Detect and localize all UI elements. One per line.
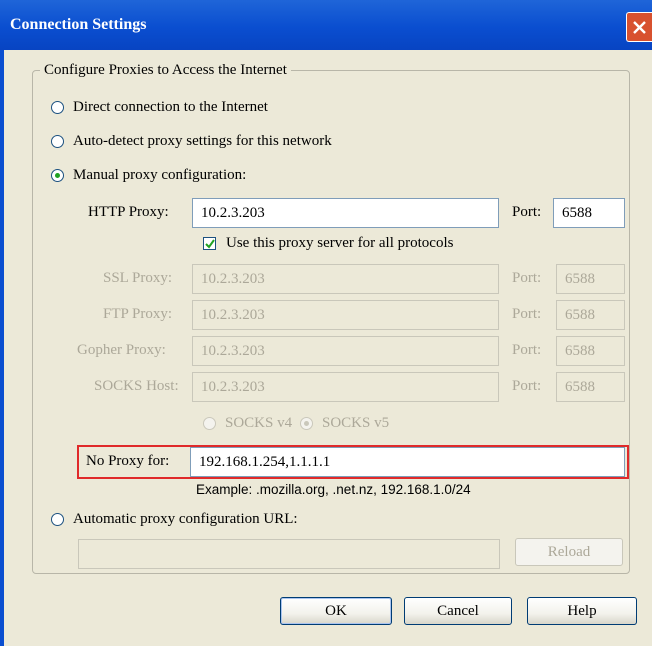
ftp-port-label: Port:	[512, 306, 542, 322]
radio-autodetect-label: Auto-detect proxy settings for this netw…	[73, 133, 332, 149]
gopher-proxy-label: Gopher Proxy:	[77, 342, 166, 358]
help-button[interactable]: Help	[527, 597, 637, 625]
no-proxy-input[interactable]: 192.168.1.254,1.1.1.1	[190, 447, 625, 477]
radio-auto-url-label: Automatic proxy configuration URL:	[73, 511, 298, 527]
ftp-proxy-input[interactable]: 10.2.3.203	[192, 300, 499, 330]
no-proxy-label: No Proxy for:	[86, 453, 170, 469]
radio-manual-label: Manual proxy configuration:	[73, 167, 247, 183]
radio-autodetect-indicator[interactable]	[51, 135, 64, 148]
socks-port-label: Port:	[512, 378, 542, 394]
auto-proxy-url-input[interactable]	[78, 539, 500, 569]
http-proxy-input[interactable]: 10.2.3.203	[192, 198, 499, 228]
radio-socks-v4-indicator[interactable]	[203, 417, 216, 430]
radio-auto-proxy-url[interactable]: Automatic proxy configuration URL:	[51, 511, 298, 528]
window-title: Connection Settings	[10, 16, 147, 33]
radio-direct-label: Direct connection to the Internet	[73, 99, 268, 115]
http-port-label: Port:	[512, 204, 542, 220]
socks-v4-label: SOCKS v4	[225, 415, 293, 431]
ssl-proxy-label: SSL Proxy:	[103, 270, 173, 286]
radio-socks-v5[interactable]: SOCKS v5	[300, 415, 389, 432]
gopher-proxy-input[interactable]: 10.2.3.203	[192, 336, 499, 366]
ftp-port-input[interactable]: 6588	[556, 300, 625, 330]
socks-port-input[interactable]: 6588	[556, 372, 625, 402]
radio-direct-connection[interactable]: Direct connection to the Internet	[51, 99, 268, 116]
radio-direct-indicator[interactable]	[51, 101, 64, 114]
radio-manual-indicator[interactable]	[51, 169, 64, 182]
socks-host-label: SOCKS Host:	[94, 378, 179, 394]
radio-auto-detect[interactable]: Auto-detect proxy settings for this netw…	[51, 133, 332, 150]
ok-button[interactable]: OK	[280, 597, 392, 625]
http-port-input[interactable]: 6588	[553, 198, 625, 228]
groupbox-legend: Configure Proxies to Access the Internet	[40, 62, 291, 79]
radio-auto-url-indicator[interactable]	[51, 513, 64, 526]
close-button[interactable]	[626, 12, 652, 42]
socks-host-input[interactable]: 10.2.3.203	[192, 372, 499, 402]
use-all-protocols-checkbox[interactable]	[203, 237, 216, 250]
radio-manual-proxy[interactable]: Manual proxy configuration:	[51, 167, 246, 184]
no-proxy-example: Example: .mozilla.org, .net.nz, 192.168.…	[196, 482, 471, 497]
use-all-protocols-label: Use this proxy server for all protocols	[226, 235, 454, 251]
radio-socks-v5-indicator[interactable]	[300, 417, 313, 430]
reload-button[interactable]: Reload	[515, 538, 623, 566]
ssl-port-input[interactable]: 6588	[556, 264, 625, 294]
ftp-proxy-label: FTP Proxy:	[103, 306, 173, 322]
ssl-proxy-input[interactable]: 10.2.3.203	[192, 264, 499, 294]
http-proxy-label: HTTP Proxy:	[88, 204, 169, 220]
checkmark-icon	[205, 239, 215, 249]
gopher-port-label: Port:	[512, 342, 542, 358]
close-icon	[633, 21, 646, 34]
radio-socks-v4[interactable]: SOCKS v4	[203, 415, 292, 432]
socks-v5-label: SOCKS v5	[322, 415, 390, 431]
title-bar: Connection Settings	[0, 0, 652, 50]
gopher-port-input[interactable]: 6588	[556, 336, 625, 366]
ssl-port-label: Port:	[512, 270, 542, 286]
cancel-button[interactable]: Cancel	[404, 597, 512, 625]
window-frame-left	[0, 50, 4, 646]
